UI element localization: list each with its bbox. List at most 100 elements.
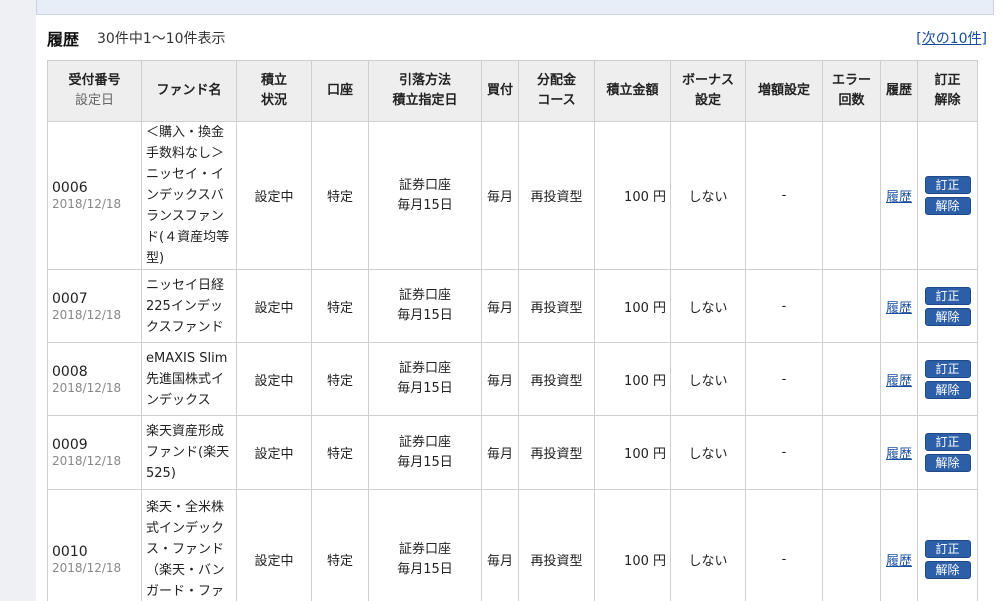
next-page-link[interactable]: [次の10件] [916, 31, 987, 47]
cell-error [822, 342, 881, 416]
cell-method: 証券口座毎月15日 [368, 342, 482, 416]
setup-date: 2018/12/18 [52, 197, 122, 211]
cancel-button[interactable]: 解除 [924, 561, 971, 579]
table-row: 0007 2018/12/18 ニッセイ日経225インデックスファンド 設定中 特… [47, 269, 978, 343]
cell-account: 特定 [311, 415, 369, 490]
method-line2: 毎月15日 [397, 454, 453, 470]
method-line1: 証券口座 [398, 361, 451, 376]
cell-freq: 毎月 [481, 269, 519, 343]
edit-button[interactable]: 訂正 [924, 540, 971, 558]
col-header-account: 口座 [311, 60, 369, 122]
cancel-button[interactable]: 解除 [924, 454, 971, 472]
history-link[interactable]: 履歴 [886, 374, 912, 389]
cell-method: 証券口座毎月15日 [368, 121, 482, 270]
cell-account: 特定 [311, 269, 369, 343]
cell-method: 証券口座 毎月15日 [368, 489, 482, 601]
col-status-l1: 積立 [260, 73, 287, 88]
col-bonus-l1: ボーナス [681, 73, 734, 88]
method-line1: 証券口座 [398, 177, 451, 193]
col-edit-l1: 訂正 [934, 73, 961, 88]
cell-bonus: しない [670, 489, 746, 601]
method-line2: 毎月15日 [397, 381, 453, 396]
col-header-method: 引落方法 積立指定日 [368, 60, 482, 122]
cell-increase: - [745, 489, 823, 601]
method-line2: 毎月15日 [397, 561, 453, 577]
col-header-history: 履歴 [880, 60, 918, 122]
cell-id: 0006 2018/12/18 [47, 121, 142, 270]
cell-dist: 再投資型 [518, 121, 595, 270]
setup-date: 2018/12/18 [52, 561, 122, 575]
edit-button[interactable]: 訂正 [924, 286, 971, 305]
cell-fund-name: 楽天資産形成ファンド(楽天525) [141, 415, 237, 490]
method-line1: 証券口座 [398, 434, 451, 450]
col-status-l2: 状況 [260, 93, 287, 108]
col-method-l1: 引落方法 [398, 73, 451, 88]
order-number: 0008 [52, 363, 88, 380]
setup-date: 2018/12/18 [52, 454, 122, 468]
order-number: 0007 [52, 290, 88, 307]
cell-fund-name: ＜購入・換金手数料なし＞ニッセイ・インデックスバランスファンド(４資産均等型) [141, 121, 237, 270]
top-panel [36, 0, 994, 15]
cell-id: 0008 2018/12/18 [47, 342, 142, 416]
cell-amount: 100 円 [594, 415, 671, 490]
cell-id: 0007 2018/12/18 [47, 269, 142, 343]
cell-actions: 訂正 解除 [917, 269, 978, 343]
setup-date: 2018/12/18 [52, 307, 122, 322]
cell-actions: 訂正 解除 [917, 121, 978, 270]
cell-dist: 再投資型 [518, 415, 595, 490]
col-date-label: 設定日 [74, 93, 114, 108]
order-number: 0010 [52, 544, 88, 560]
cancel-button[interactable]: 解除 [924, 307, 971, 326]
cell-fund-name: eMAXIS Slim先進国株式インデックス [141, 342, 237, 416]
col-header-id: 受付番号 設定日 [47, 60, 142, 122]
table-row: 0009 2018/12/18 楽天資産形成ファンド(楽天525) 設定中 特定 … [47, 415, 978, 490]
cell-dist: 再投資型 [518, 269, 595, 343]
edit-button[interactable]: 訂正 [924, 359, 971, 378]
col-header-amount: 積立金額 [594, 60, 671, 122]
history-link[interactable]: 履歴 [886, 447, 912, 462]
cell-bonus: しない [670, 415, 746, 490]
cell-fund-name: ニッセイ日経225インデックスファンド [141, 269, 237, 343]
cell-increase: - [745, 121, 823, 270]
cancel-button[interactable]: 解除 [924, 197, 971, 215]
cell-bonus: しない [670, 269, 746, 343]
edit-button[interactable]: 訂正 [924, 176, 971, 194]
edit-button[interactable]: 訂正 [924, 433, 971, 451]
cell-status: 設定中 [236, 489, 312, 601]
cell-status: 設定中 [236, 269, 312, 343]
cell-account: 特定 [311, 121, 369, 270]
cancel-button[interactable]: 解除 [924, 380, 971, 399]
cell-bonus: しない [670, 121, 746, 270]
table-row: 0006 2018/12/18 ＜購入・換金手数料なし＞ニッセイ・インデックスバラ… [47, 121, 978, 270]
cell-increase: - [745, 269, 823, 343]
col-header-status: 積立 状況 [236, 60, 312, 122]
method-line2: 毎月15日 [397, 197, 453, 213]
order-number: 0006 [52, 180, 88, 196]
history-link[interactable]: 履歴 [886, 554, 912, 569]
history-table: 受付番号 設定日 ファンド名 積立 状況 口座 引落方法 積立指定日 買付 分配金 コー… [47, 60, 978, 601]
result-count: 30件中1～10件表示 [97, 31, 226, 47]
col-method-l2: 積立指定日 [392, 93, 458, 108]
col-error-l1: エラー [831, 73, 871, 88]
cell-amount: 100 円 [594, 489, 671, 601]
col-header-dist: 分配金 コース [518, 60, 595, 122]
cell-account: 特定 [311, 489, 369, 601]
cell-dist: 再投資型 [518, 342, 595, 416]
cell-status: 設定中 [236, 342, 312, 416]
cell-status: 設定中 [236, 415, 312, 490]
cell-freq: 毎月 [481, 489, 519, 601]
cell-increase: - [745, 415, 823, 490]
cell-actions: 訂正 解除 [917, 342, 978, 416]
col-header-increase: 増額設定 [745, 60, 823, 122]
col-edit-l2: 解除 [934, 93, 961, 108]
col-dist-l2: コース [537, 93, 576, 108]
history-link[interactable]: 履歴 [886, 301, 912, 316]
setup-date: 2018/12/18 [52, 380, 122, 395]
history-header: 履歴 30件中1～10件表示 [次の10件] [47, 26, 987, 50]
cell-amount: 100 円 [594, 342, 671, 416]
cell-fund-name: 楽天・全米株式インデックス・ファンド（楽天・バンガード・ファンド（全米株 [141, 489, 237, 601]
cell-error [822, 121, 881, 270]
history-link[interactable]: 履歴 [886, 190, 912, 205]
method-line2: 毎月15日 [397, 308, 453, 323]
cell-freq: 毎月 [481, 342, 519, 416]
